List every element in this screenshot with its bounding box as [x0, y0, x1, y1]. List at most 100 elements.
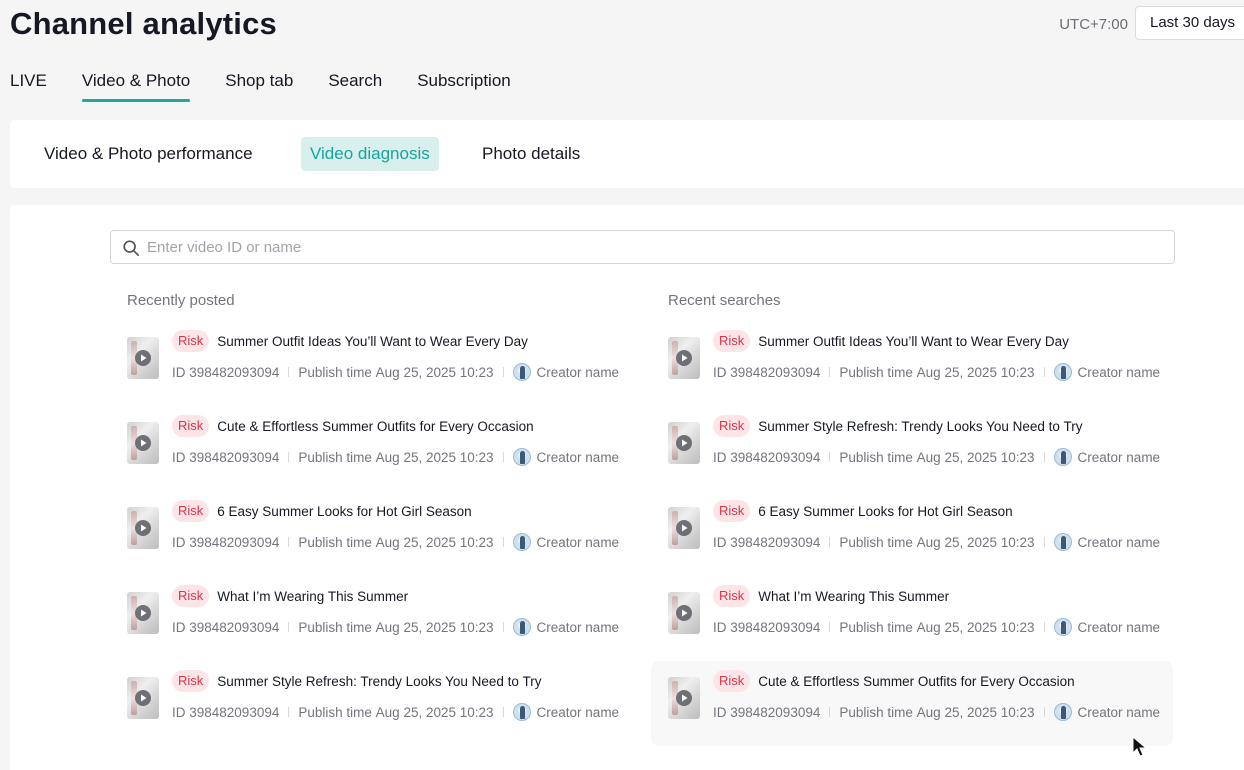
video-thumbnail[interactable]: [127, 422, 159, 464]
play-icon: [676, 605, 692, 621]
main-tabs: LIVE Video & Photo Shop tab Search Subsc…: [10, 70, 546, 104]
video-thumbnail[interactable]: [127, 677, 159, 719]
video-id: ID 398482093094: [172, 449, 280, 465]
risk-badge: Risk: [172, 415, 210, 437]
divider: [502, 707, 504, 717]
video-id: ID 398482093094: [713, 449, 821, 465]
subtab-photo-details[interactable]: Photo details: [473, 137, 589, 171]
list-item[interactable]: Risk What I’m Wearing This Summer ID 398…: [668, 576, 1188, 661]
avatar: [512, 533, 531, 551]
video-thumbnail[interactable]: [127, 592, 159, 634]
divider: [288, 622, 290, 632]
search-icon: [123, 240, 140, 257]
subtab-video-diagnosis[interactable]: Video diagnosis: [301, 137, 439, 171]
video-title[interactable]: Summer Outfit Ideas You’ll Want to Wear …: [758, 334, 1069, 349]
list-item[interactable]: Risk Summer Outfit Ideas You’ll Want to …: [668, 321, 1188, 406]
publish-label: Publish time: [839, 534, 913, 550]
publish-time: Aug 25, 2025 10:23: [916, 364, 1035, 380]
video-id: ID 398482093094: [713, 534, 821, 550]
video-title[interactable]: Cute & Effortless Summer Outfits for Eve…: [758, 674, 1074, 689]
video-thumbnail[interactable]: [127, 507, 159, 549]
divider: [502, 622, 504, 632]
date-range-selector[interactable]: Last 30 days: [1135, 6, 1244, 40]
divider: [829, 367, 831, 377]
publish-label: Publish time: [298, 534, 372, 550]
video-thumbnail[interactable]: [668, 337, 700, 379]
list-item[interactable]: Risk Summer Style Refresh: Trendy Looks …: [127, 661, 647, 746]
recently-posted-list: Risk Summer Outfit Ideas You’ll Want to …: [127, 321, 647, 746]
list-item[interactable]: Risk 6 Easy Summer Looks for Hot Girl Se…: [127, 491, 647, 576]
video-thumbnail[interactable]: [668, 677, 700, 719]
play-icon: [135, 435, 151, 451]
divider: [502, 452, 504, 462]
video-title[interactable]: What I’m Wearing This Summer: [217, 589, 408, 604]
recent-searches-title: Recent searches: [668, 292, 781, 309]
play-icon: [135, 690, 151, 706]
play-icon: [135, 520, 151, 536]
timezone-label: UTC+7:00: [1059, 16, 1128, 33]
divider: [829, 537, 831, 547]
avatar: [512, 618, 531, 636]
divider: [288, 537, 290, 547]
creator-name: Creator name: [1077, 704, 1161, 720]
video-thumbnail[interactable]: [668, 592, 700, 634]
creator-name: Creator name: [536, 364, 620, 380]
risk-badge: Risk: [713, 500, 751, 522]
play-icon: [676, 435, 692, 451]
list-item-hovered[interactable]: Risk Cute & Effortless Summer Outfits fo…: [651, 661, 1173, 746]
risk-badge: Risk: [713, 415, 751, 437]
search-box[interactable]: [110, 230, 1175, 264]
avatar: [1053, 533, 1072, 551]
video-title[interactable]: What I’m Wearing This Summer: [758, 589, 949, 604]
publish-time: Aug 25, 2025 10:23: [375, 364, 494, 380]
risk-badge: Risk: [713, 330, 751, 352]
recently-posted-section: Recently posted Risk Summer Outfit Ideas…: [127, 293, 647, 721]
publish-time: Aug 25, 2025 10:23: [916, 619, 1035, 635]
avatar: [512, 448, 531, 466]
list-item[interactable]: Risk Summer Outfit Ideas You’ll Want to …: [127, 321, 647, 406]
tab-shop[interactable]: Shop tab: [225, 70, 293, 102]
divider: [1043, 367, 1045, 377]
play-icon: [676, 350, 692, 366]
video-thumbnail[interactable]: [668, 507, 700, 549]
divider: [288, 452, 290, 462]
subtab-video-photo-performance[interactable]: Video & Photo performance: [35, 137, 262, 171]
play-icon: [676, 690, 692, 706]
video-title[interactable]: Summer Outfit Ideas You’ll Want to Wear …: [217, 334, 528, 349]
creator-name: Creator name: [536, 534, 620, 550]
risk-badge: Risk: [172, 500, 210, 522]
video-thumbnail[interactable]: [127, 337, 159, 379]
tab-live[interactable]: LIVE: [10, 70, 47, 102]
tab-subscription[interactable]: Subscription: [417, 70, 511, 102]
video-thumbnail[interactable]: [668, 422, 700, 464]
video-title[interactable]: 6 Easy Summer Looks for Hot Girl Season: [758, 504, 1012, 519]
tab-video-photo[interactable]: Video & Photo: [81, 70, 191, 102]
list-item[interactable]: Risk Cute & Effortless Summer Outfits fo…: [127, 406, 647, 491]
video-title[interactable]: Cute & Effortless Summer Outfits for Eve…: [217, 419, 533, 434]
avatar: [1053, 703, 1072, 721]
recent-searches-section: Recent searches Risk Summer Outfit Ideas…: [651, 292, 1188, 746]
divider: [288, 367, 290, 377]
list-item[interactable]: Risk Summer Style Refresh: Trendy Looks …: [668, 406, 1188, 491]
video-title[interactable]: Summer Style Refresh: Trendy Looks You N…: [758, 419, 1082, 434]
avatar: [512, 363, 531, 381]
list-item[interactable]: Risk What I’m Wearing This Summer ID 398…: [127, 576, 647, 661]
risk-badge: Risk: [713, 670, 751, 692]
creator-name: Creator name: [536, 704, 620, 720]
list-item[interactable]: Risk 6 Easy Summer Looks for Hot Girl Se…: [668, 491, 1188, 576]
search-input[interactable]: [147, 231, 1147, 263]
risk-badge: Risk: [172, 330, 210, 352]
video-title[interactable]: 6 Easy Summer Looks for Hot Girl Season: [217, 504, 471, 519]
video-title[interactable]: Summer Style Refresh: Trendy Looks You N…: [217, 674, 541, 689]
video-diagnosis-panel: Recently posted Risk Summer Outfit Ideas…: [10, 205, 1244, 770]
publish-label: Publish time: [839, 704, 913, 720]
video-id: ID 398482093094: [713, 364, 821, 380]
divider: [1043, 452, 1045, 462]
recent-searches-list: Risk Summer Outfit Ideas You’ll Want to …: [651, 321, 1188, 746]
tab-search[interactable]: Search: [328, 70, 382, 102]
video-id: ID 398482093094: [172, 534, 280, 550]
video-id: ID 398482093094: [172, 704, 280, 720]
video-id: ID 398482093094: [172, 364, 280, 380]
publish-label: Publish time: [298, 619, 372, 635]
divider: [829, 622, 831, 632]
